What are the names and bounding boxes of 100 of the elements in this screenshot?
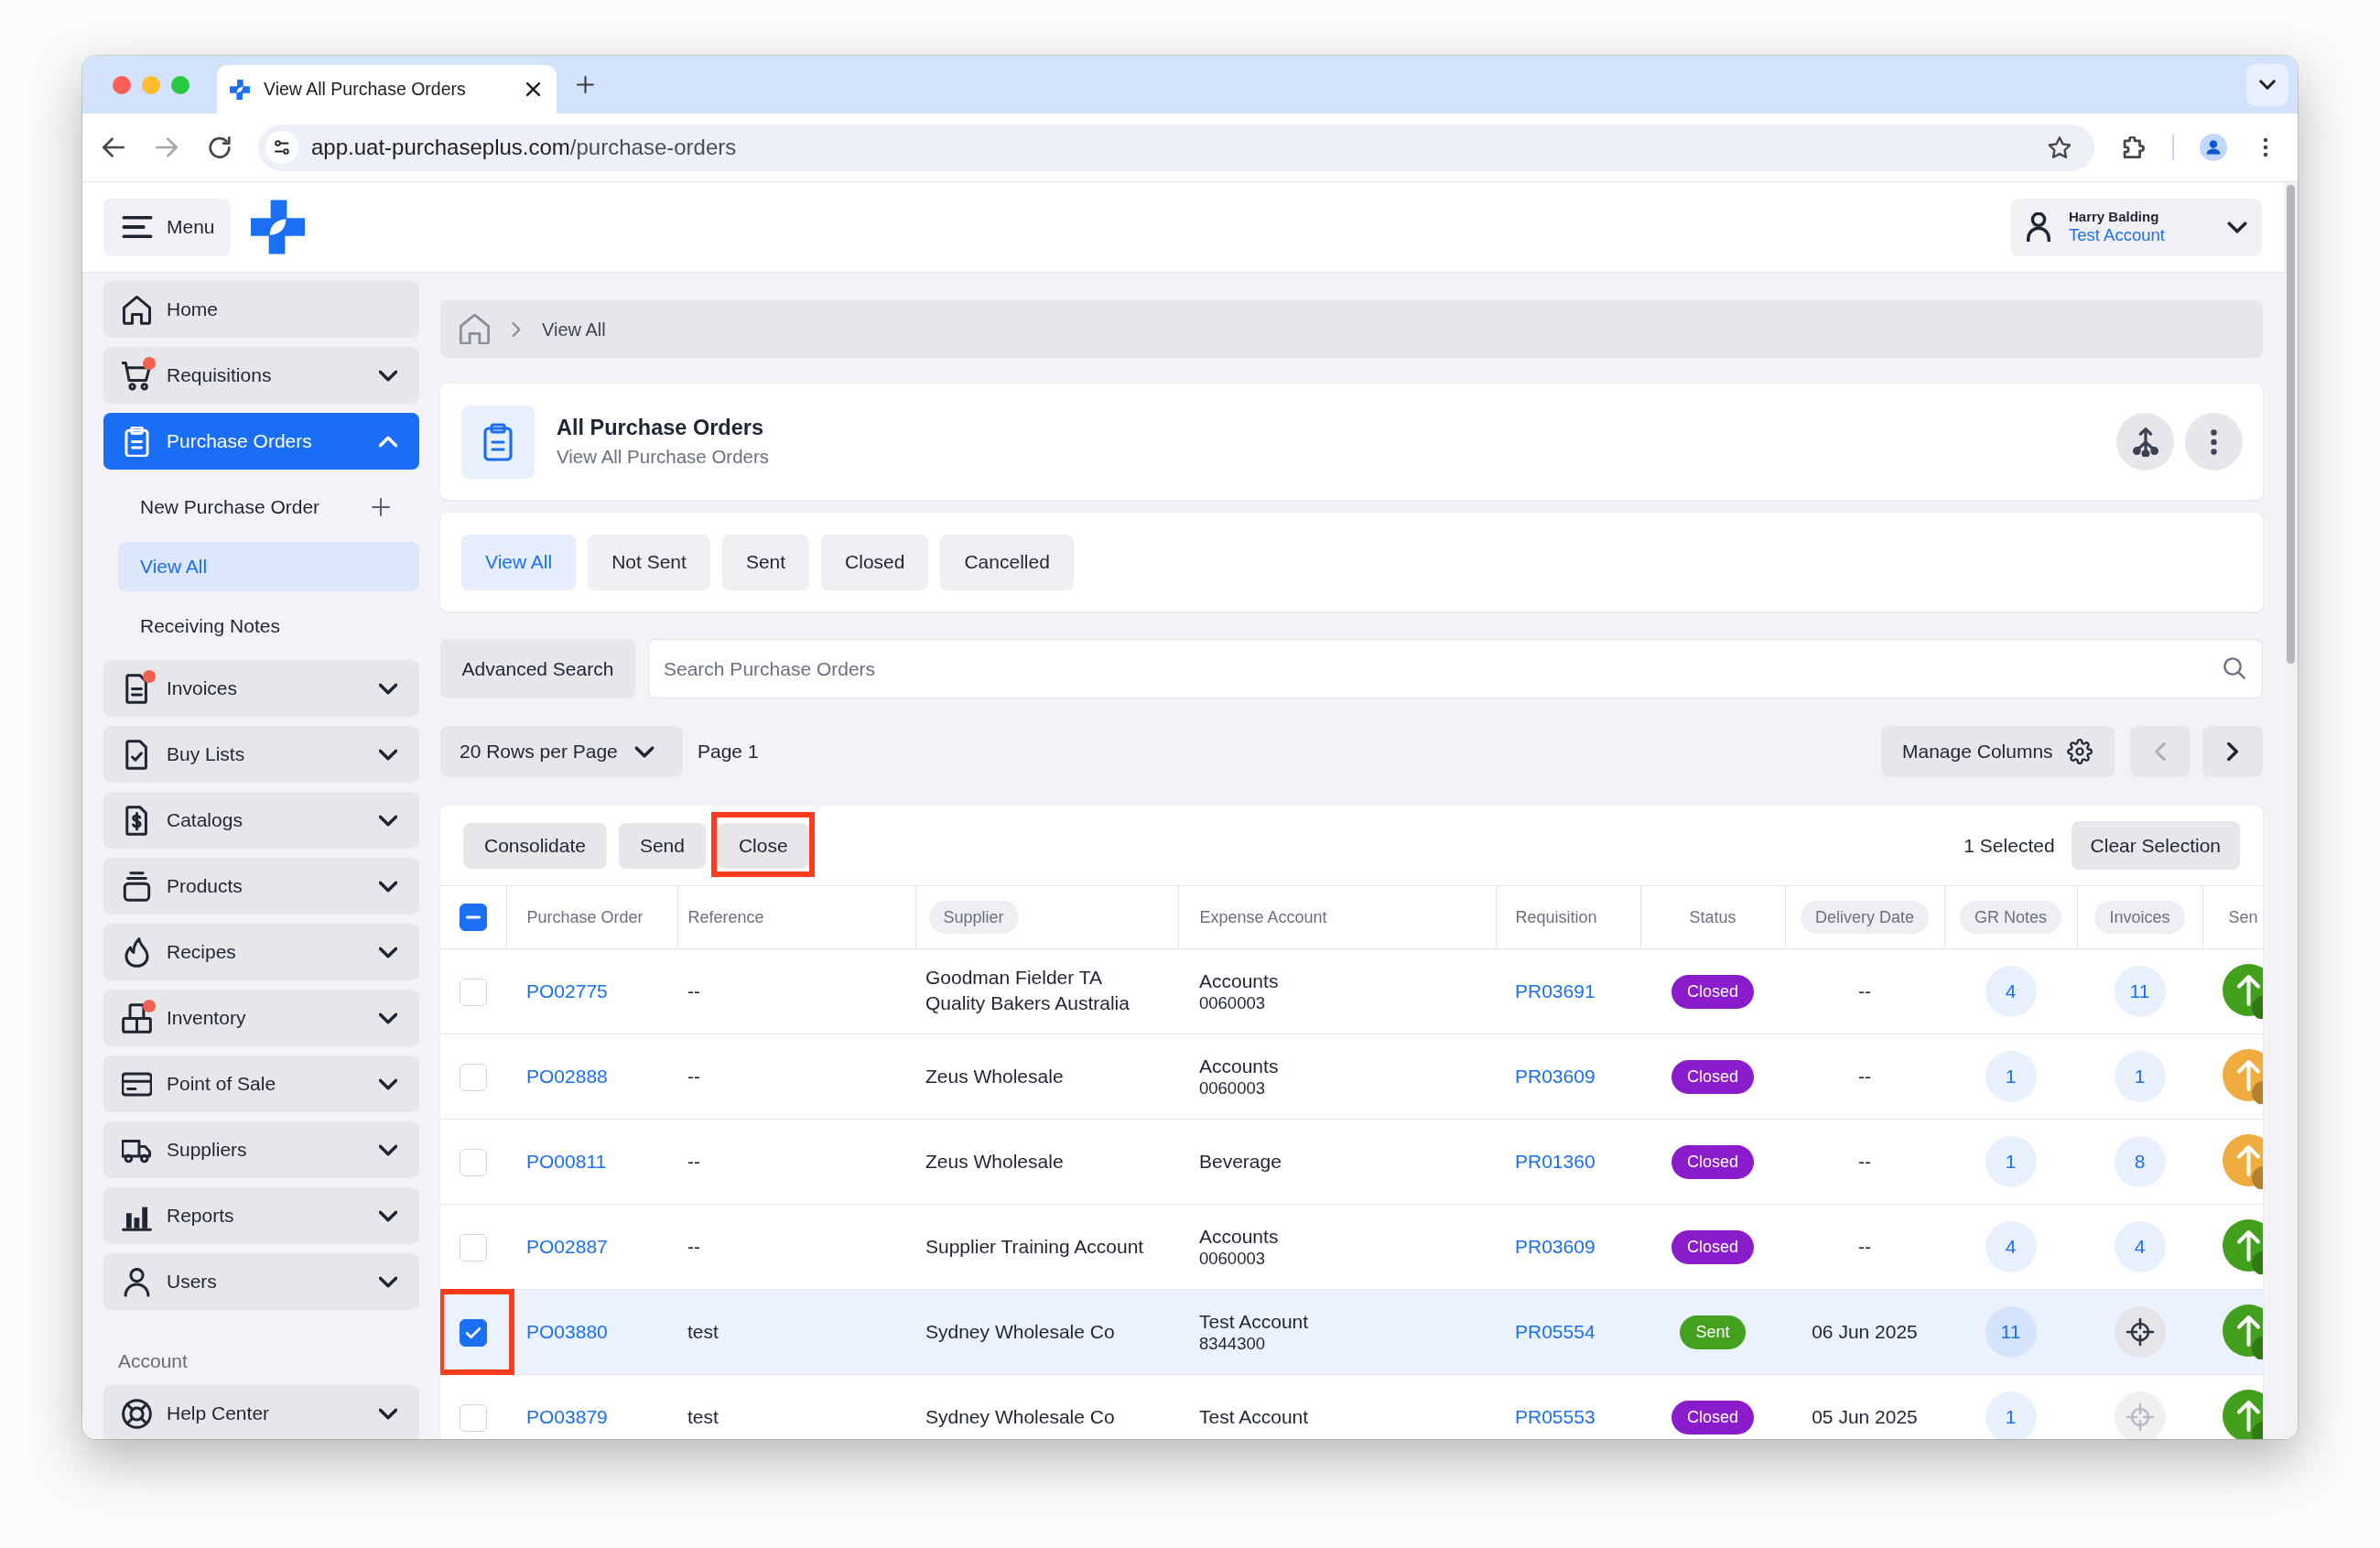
sidebar-item[interactable]: Products <box>103 858 419 915</box>
sidebar-item[interactable]: Catalogs <box>103 792 419 849</box>
gr-notes-count[interactable]: 4 <box>1985 1221 2037 1272</box>
row-checkbox[interactable] <box>460 1319 487 1348</box>
column-header[interactable]: Invoices <box>2094 901 2185 934</box>
browser-tab[interactable]: View All Purchase Orders <box>217 65 557 114</box>
account-menu-button[interactable]: Harry Balding Test Account <box>2011 198 2262 256</box>
address-bar[interactable]: app.uat-purchaseplus.com/purchase-orders <box>258 124 2094 171</box>
delivery-date: 05 Jun 2025 <box>1812 1406 1918 1428</box>
scrollbar-thumb[interactable] <box>2287 185 2295 664</box>
chevron-down-icon[interactable] <box>379 1012 397 1024</box>
profile-avatar-icon[interactable] <box>2200 134 2227 161</box>
requisition-link[interactable]: PR01360 <box>1515 1151 1596 1173</box>
gr-notes-count[interactable]: 4 <box>1985 966 2037 1017</box>
logo-icon[interactable] <box>230 79 250 100</box>
send-status-icon[interactable] <box>2223 1134 2263 1189</box>
filter-tab[interactable]: Sent <box>721 534 810 590</box>
requisition-link[interactable]: PR05554 <box>1515 1321 1596 1343</box>
sidebar-item[interactable]: Point of Sale <box>103 1055 419 1112</box>
sidebar-item[interactable]: Help Center <box>103 1385 419 1439</box>
send-status-icon[interactable] <box>2223 964 2263 1019</box>
puzzle-icon[interactable] <box>2123 136 2145 158</box>
sidebar-item[interactable]: Requisitions <box>103 347 419 404</box>
chevron-up-icon[interactable] <box>379 435 397 448</box>
send-status-icon[interactable] <box>2223 1304 2263 1359</box>
bulk-action-button[interactable]: Send <box>618 822 706 869</box>
column-header[interactable]: GR Notes <box>1960 901 2061 934</box>
sidebar-item[interactable]: Purchase Orders <box>103 413 419 470</box>
tab-list-button[interactable] <box>2246 63 2288 106</box>
sidebar-item[interactable]: Recipes <box>103 924 419 980</box>
crosshair-icon[interactable] <box>2114 1306 2166 1358</box>
plus-icon[interactable] <box>577 76 594 93</box>
gr-notes-count[interactable]: 1 <box>1985 1136 2037 1187</box>
purchase-order-link[interactable]: PO03879 <box>526 1406 608 1428</box>
gr-notes-count[interactable]: 1 <box>1985 1051 2037 1102</box>
invoices-count[interactable]: 8 <box>2114 1136 2166 1187</box>
filter-tab[interactable]: Closed <box>821 534 929 590</box>
clear-selection-button[interactable]: Clear Selection <box>2071 821 2240 870</box>
submenu-item[interactable]: Receiving Notes <box>118 601 419 651</box>
purchase-order-link[interactable]: PO03880 <box>526 1321 608 1343</box>
chevron-down-icon[interactable] <box>379 946 397 958</box>
requisition-link[interactable]: PR05553 <box>1515 1406 1596 1428</box>
close-icon[interactable] <box>526 82 540 96</box>
column-header[interactable]: Delivery Date <box>1800 901 1929 934</box>
filter-tab[interactable]: Not Sent <box>588 534 710 590</box>
submenu-item[interactable]: View All <box>118 542 419 591</box>
purchase-order-link[interactable]: PO00811 <box>526 1151 607 1173</box>
send-status-icon[interactable] <box>2223 1049 2263 1104</box>
chevron-down-icon[interactable] <box>379 1275 397 1288</box>
requisition-link[interactable]: PR03609 <box>1515 1236 1596 1258</box>
invoices-count[interactable]: 4 <box>2114 1221 2166 1272</box>
search-field[interactable]: Search Purchase Orders <box>648 639 2263 698</box>
purchase-order-link[interactable]: PO02775 <box>526 980 608 1002</box>
filter-tab[interactable]: View All <box>461 534 577 590</box>
chevron-down-icon[interactable] <box>379 1143 397 1156</box>
plus-icon[interactable] <box>372 498 390 516</box>
chevron-down-icon[interactable] <box>379 814 397 827</box>
submenu-item[interactable]: New Purchase Order <box>118 482 419 532</box>
chevron-down-icon[interactable] <box>379 1077 397 1090</box>
next-page-button[interactable] <box>2202 726 2263 777</box>
invoices-count[interactable]: 1 <box>2114 1051 2166 1102</box>
bulk-action-button[interactable]: Close <box>717 822 809 869</box>
sidebar-item[interactable]: Inventory <box>103 990 419 1046</box>
site-info-icon[interactable] <box>265 131 298 164</box>
back-arrow-icon[interactable] <box>103 136 124 158</box>
bulk-action-button[interactable]: Consolidate <box>463 822 607 869</box>
rows-per-page-dropdown[interactable]: 20 Rows per Page <box>440 726 683 777</box>
advanced-search-button[interactable]: Advanced Search <box>440 639 635 698</box>
logo-icon[interactable] <box>251 200 305 254</box>
filter-tab[interactable]: Cancelled <box>940 534 1074 590</box>
column-header[interactable]: Supplier <box>928 901 1019 934</box>
search-icon[interactable] <box>2223 657 2245 679</box>
sidebar-item[interactable]: Home <box>103 281 419 338</box>
requisition-link[interactable]: PR03691 <box>1515 980 1596 1002</box>
chevron-down-icon[interactable] <box>379 1209 397 1222</box>
reload-icon[interactable] <box>209 136 231 158</box>
chevron-down-icon[interactable] <box>379 748 397 761</box>
more-icon[interactable] <box>2263 137 2268 157</box>
bookmark-star-icon[interactable] <box>2049 136 2071 158</box>
chevron-down-icon[interactable] <box>379 369 397 382</box>
chevron-down-icon[interactable] <box>379 880 397 893</box>
manage-columns-button[interactable]: Manage Columns <box>1881 726 2115 777</box>
gr-notes-count[interactable]: 1 <box>1985 1391 2037 1439</box>
send-status-icon[interactable] <box>2223 1390 2263 1439</box>
send-status-icon[interactable] <box>2223 1219 2263 1274</box>
home-icon[interactable] <box>460 314 490 344</box>
select-all-checkbox[interactable] <box>459 904 487 931</box>
requisition-link[interactable]: PR03609 <box>1515 1066 1596 1088</box>
sidebar-item[interactable]: Reports <box>103 1187 419 1244</box>
chevron-down-icon[interactable] <box>379 1407 397 1420</box>
sidebar-item[interactable]: Users <box>103 1253 419 1310</box>
sidebar-item[interactable]: Buy Lists <box>103 726 419 783</box>
menu-button[interactable]: Menu <box>103 198 231 256</box>
invoices-count[interactable]: 11 <box>2114 966 2166 1017</box>
purchase-order-link[interactable]: PO02888 <box>526 1066 608 1088</box>
gr-notes-count[interactable]: 11 <box>1985 1306 2037 1358</box>
sidebar-item[interactable]: Suppliers <box>103 1121 419 1178</box>
chevron-down-icon[interactable] <box>379 682 397 695</box>
purchase-order-link[interactable]: PO02887 <box>526 1236 608 1258</box>
sidebar-item[interactable]: Invoices <box>103 660 419 717</box>
